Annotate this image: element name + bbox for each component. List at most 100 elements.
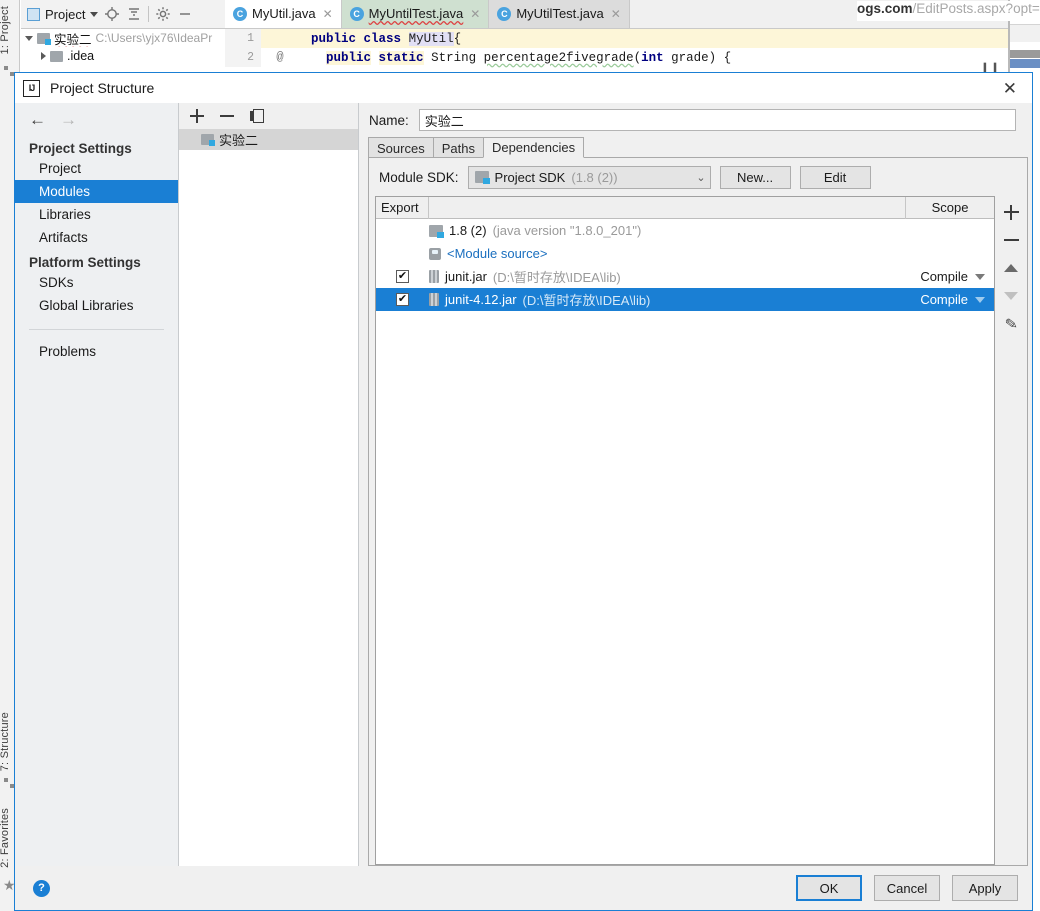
edit-dependency-button[interactable]: ✎	[996, 310, 1026, 338]
sidebar-item-project[interactable]: Project	[15, 157, 178, 180]
tree-row-project[interactable]: 实验二 C:\Users\yjx76\IdeaPr	[21, 29, 225, 47]
settings-gear-icon[interactable]	[155, 6, 171, 22]
editor-tab-label: MyUtilTest.java	[516, 6, 604, 21]
module-sdk-value: Project SDK	[494, 169, 566, 185]
move-down-button[interactable]	[996, 282, 1026, 310]
sidebar-item-global-libraries[interactable]: Global Libraries	[15, 294, 178, 317]
scope-value: Compile	[920, 269, 968, 284]
tab-sources[interactable]: Sources	[368, 137, 434, 158]
tree-row-idea[interactable]: .idea	[21, 47, 225, 65]
module-sdk-label: Module SDK:	[379, 169, 459, 185]
sidebar-item-modules[interactable]: Modules	[15, 180, 178, 203]
sidebar-item-sdks[interactable]: SDKs	[15, 271, 178, 294]
editor-tab-myutiltest[interactable]: C MyUtilTest.java ✕	[489, 0, 630, 28]
jar-icon	[429, 293, 439, 306]
java-class-icon: C	[233, 6, 247, 21]
scope-cell[interactable]: Compile	[906, 269, 994, 284]
module-sdk-select[interactable]: Project SDK (1.8 (2)) ⌄	[467, 165, 711, 189]
module-tab-bar: Sources Paths Dependencies	[359, 137, 1030, 158]
new-sdk-button[interactable]: New...	[719, 165, 791, 189]
module-list-panel: 实验二	[179, 103, 359, 866]
copy-module-icon[interactable]	[250, 109, 264, 123]
rail-item-favorites[interactable]: 2: Favorites	[0, 808, 11, 868]
close-icon[interactable]: ✕	[998, 78, 1022, 99]
editor-tab-myuntiltest[interactable]: C MyUntilTest.java ✕	[341, 0, 490, 28]
remove-dependency-button[interactable]	[996, 226, 1026, 254]
apply-button[interactable]: Apply	[952, 875, 1018, 901]
module-name-label: Name:	[369, 112, 409, 128]
table-row[interactable]: <Module source>	[376, 242, 994, 265]
chevron-right-icon[interactable]	[41, 52, 46, 60]
java-test-class-icon: C	[497, 6, 512, 21]
module-folder-icon	[201, 134, 215, 146]
tree-node-label: 实验二	[54, 32, 92, 47]
folder-icon	[50, 50, 63, 62]
export-cell[interactable]: ✔	[376, 270, 429, 283]
export-checkbox[interactable]: ✔	[396, 293, 409, 306]
module-source-icon	[429, 247, 441, 260]
dependency-name: junit-4.12.jar	[445, 292, 517, 307]
collapse-all-icon[interactable]	[126, 6, 142, 22]
ok-button[interactable]: OK	[796, 875, 862, 901]
chevron-down-icon[interactable]	[25, 35, 33, 41]
add-dependency-button[interactable]	[996, 198, 1026, 226]
scope-cell[interactable]: Compile	[906, 292, 994, 307]
table-row[interactable]: 1.8 (2) (java version "1.8.0_201")	[376, 219, 994, 242]
cancel-button[interactable]: Cancel	[874, 875, 940, 901]
chevron-down-icon[interactable]	[975, 273, 985, 280]
chevron-down-icon	[90, 11, 99, 17]
locate-icon[interactable]	[104, 6, 120, 22]
sidebar-item-libraries[interactable]: Libraries	[15, 203, 178, 226]
intellij-idea-icon: IJ	[23, 79, 40, 97]
project-structure-dialog: IJ Project Structure ✕ ← → Project Setti…	[14, 72, 1033, 911]
add-module-icon[interactable]	[190, 109, 204, 123]
close-icon[interactable]: ✕	[323, 7, 333, 21]
rail-item-structure[interactable]: 7: Structure	[0, 712, 11, 771]
export-cell[interactable]: ✔	[376, 293, 429, 306]
tab-paths[interactable]: Paths	[432, 137, 484, 158]
code-editor[interactable]: 1 public class MyUtil{ 2 @ public static…	[225, 29, 1010, 73]
dependency-detail: (D:\暂时存放\IDEA\lib)	[522, 293, 651, 308]
table-row[interactable]: ✔ junit-4.12.jar (D:\暂时存放\IDEA\lib) Comp…	[376, 288, 994, 311]
close-icon[interactable]: ✕	[470, 7, 480, 21]
column-header-scope[interactable]: Scope	[906, 197, 994, 219]
editor-tab-myutil[interactable]: C MyUtil.java ✕	[225, 0, 342, 28]
tree-node-path: C:\Users\yjx76\IdeaPr	[95, 31, 213, 45]
code-line: 1 public class MyUtil{	[225, 29, 1010, 48]
jdk-icon	[429, 224, 444, 238]
dependencies-table-wrap: Export Scope 1.8 (2) (java version "1.8.	[369, 196, 1027, 865]
table-header: Export Scope	[376, 196, 994, 219]
module-list-item[interactable]: 实验二	[179, 129, 358, 150]
sidebar-item-artifacts[interactable]: Artifacts	[15, 226, 178, 249]
help-icon[interactable]: ?	[33, 879, 50, 897]
move-up-button[interactable]	[996, 254, 1026, 282]
minimize-icon[interactable]	[177, 6, 193, 22]
nav-group-project-settings: Project Settings	[29, 141, 132, 156]
close-icon[interactable]: ✕	[611, 7, 621, 21]
jdk-icon	[474, 171, 490, 184]
line-marker	[261, 29, 299, 48]
rail-item-project[interactable]: 1: Project	[0, 6, 11, 54]
dialog-title: Project Structure	[50, 80, 155, 96]
tab-dependencies[interactable]: Dependencies	[482, 137, 585, 158]
remove-module-icon[interactable]	[220, 109, 234, 123]
table-row[interactable]: ✔ junit.jar (D:\暂时存放\IDEA\lib) Compile	[376, 265, 994, 288]
edit-sdk-button[interactable]: Edit	[799, 165, 871, 189]
forward-arrow-icon[interactable]: →	[60, 111, 77, 128]
project-view-selector[interactable]: Project	[27, 7, 99, 22]
nav-divider	[29, 329, 164, 330]
sidebar-item-problems[interactable]: Problems	[15, 340, 178, 363]
column-header-export[interactable]: Export	[376, 196, 429, 219]
module-sdk-version: (1.8 (2))	[571, 169, 618, 185]
export-checkbox[interactable]: ✔	[396, 270, 409, 283]
browser-url-path: /EditPosts.aspx?opt=1	[912, 1, 1040, 16]
code-text: public class MyUtil{	[311, 31, 462, 46]
module-settings-panel: Name: 实验二 Sources Paths Dependencies Mod…	[359, 103, 1032, 866]
module-name-input[interactable]: 实验二	[418, 109, 1016, 131]
dependency-name: 1.8 (2)	[449, 223, 487, 238]
back-arrow-icon[interactable]: ←	[29, 111, 46, 128]
browser-blue-strip	[1010, 59, 1040, 68]
chevron-down-icon[interactable]	[975, 296, 985, 303]
column-header-name[interactable]	[429, 196, 906, 219]
module-folder-icon	[37, 32, 51, 45]
